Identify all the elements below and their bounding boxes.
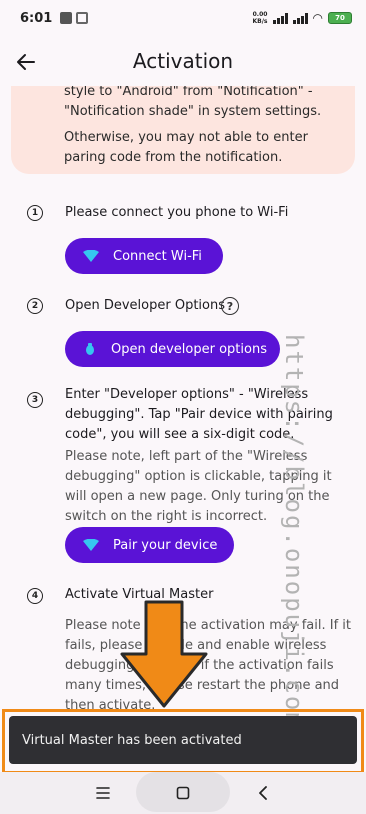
step-3-note: Please note, left part of the "Wireless … xyxy=(65,449,332,524)
status-time: 6:01 xyxy=(20,10,53,26)
back-nav-button[interactable] xyxy=(252,782,274,804)
notice-text: Otherwise, you may not able to enter par… xyxy=(64,130,308,165)
toast: Virtual Master has been activated xyxy=(9,716,357,764)
page-title: Activation xyxy=(132,49,234,73)
wifi-icon xyxy=(83,250,99,262)
help-icon[interactable]: ? xyxy=(221,297,239,315)
network-speed: 0.00 KB/s xyxy=(252,11,268,25)
signal-icon xyxy=(272,12,288,24)
navigation-bar xyxy=(0,772,366,814)
wifi-icon: ◠ xyxy=(312,11,323,25)
step-1-text: Please connect you phone to Wi-Fi xyxy=(65,205,289,220)
home-button[interactable] xyxy=(172,782,194,804)
arrow-annotation-icon xyxy=(120,600,208,708)
step-number-4: 4 xyxy=(27,588,43,604)
menu-button[interactable] xyxy=(92,782,114,804)
signal-icon-2 xyxy=(292,12,308,24)
step-number-3: 3 xyxy=(27,392,43,408)
back-arrow-icon xyxy=(17,54,35,70)
menu-icon xyxy=(96,787,110,799)
open-developer-options-button[interactable]: Open developer options xyxy=(65,331,280,367)
home-icon xyxy=(176,786,190,800)
checkbox-icon xyxy=(76,12,89,24)
step-number-2: 2 xyxy=(27,298,43,314)
watermark: https://blog.onopuji.com xyxy=(280,334,308,729)
notice-card: style to "Android" from "Notification" -… xyxy=(11,86,355,174)
step-2-text: Open Developer Options xyxy=(65,298,226,313)
bug-icon xyxy=(86,343,94,355)
step-number-1: 1 xyxy=(27,205,43,221)
status-bar: 6:01 0.00 KB/s ◠ 70 xyxy=(0,0,366,36)
pair-device-button[interactable]: Pair your device xyxy=(65,527,234,563)
connect-wifi-button[interactable]: Connect Wi-Fi xyxy=(65,238,223,274)
notification-icon xyxy=(60,12,73,24)
battery-icon: 70 xyxy=(328,12,352,24)
chevron-left-icon xyxy=(259,786,267,800)
step-3-text: Enter "Developer options" - "Wireless de… xyxy=(65,387,333,442)
toast-message: Virtual Master has been activated xyxy=(22,732,242,748)
notice-text: style to "Android" from "Notification" -… xyxy=(64,86,322,119)
back-button[interactable] xyxy=(10,46,42,78)
app-header: Activation xyxy=(0,36,366,86)
wifi-icon xyxy=(83,539,99,551)
